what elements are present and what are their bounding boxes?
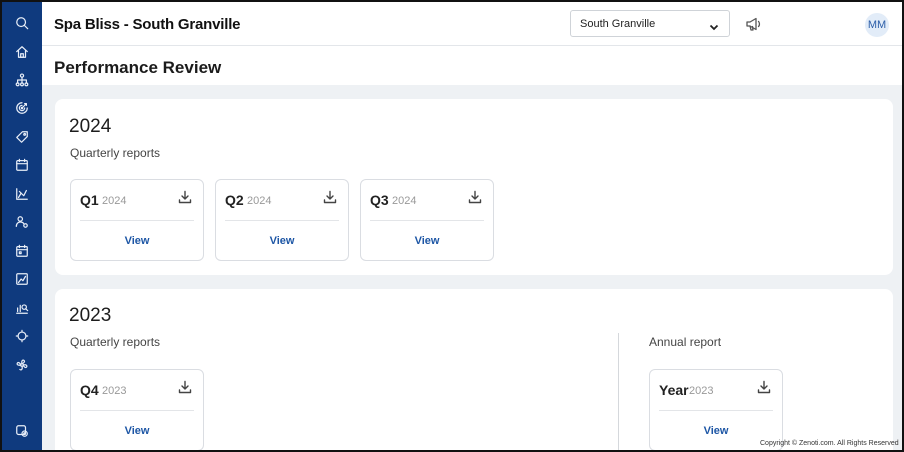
- quarter-label: Q2: [225, 192, 244, 208]
- section-divider: [618, 333, 619, 450]
- user-settings-icon[interactable]: [14, 214, 30, 230]
- report-card-q3: Q3 2024 View: [360, 179, 494, 261]
- year-heading: 2023: [69, 305, 112, 326]
- quarterly-reports-label: Quarterly reports: [70, 335, 161, 349]
- quarter-year: 2023: [102, 385, 127, 397]
- card-divider: [225, 220, 339, 221]
- main-content: 2024 Quarterly reports Q1 2024 View Q2 2…: [42, 85, 902, 450]
- report-card-q1: Q1 2024 View: [70, 179, 204, 261]
- page-title: Performance Review: [54, 58, 222, 77]
- download-icon[interactable]: [178, 190, 192, 204]
- quarter-year: 2024: [102, 195, 127, 207]
- settings-icon[interactable]: [14, 423, 30, 439]
- card-divider: [370, 220, 484, 221]
- center-select[interactable]: South Granville: [570, 10, 730, 37]
- quarter-label: Q1: [80, 192, 99, 208]
- year-section-2023: 2023 Quarterly reports Q4 2023 View Annu…: [55, 289, 893, 450]
- card-divider: [80, 410, 194, 411]
- chart-icon[interactable]: [14, 186, 30, 202]
- quarter-label: Q3: [370, 192, 389, 208]
- quarter-year: 2024: [392, 195, 417, 207]
- download-icon[interactable]: [178, 380, 192, 394]
- view-report-link[interactable]: View: [650, 425, 782, 437]
- schedule-icon[interactable]: [14, 243, 30, 259]
- download-icon[interactable]: [323, 190, 337, 204]
- annual-year: 2023: [689, 385, 714, 397]
- quarter-label: Q4: [80, 382, 99, 398]
- search-icon[interactable]: [14, 15, 30, 31]
- download-icon[interactable]: [757, 380, 771, 394]
- refresh-icon[interactable]: [14, 328, 30, 344]
- org-chart-icon[interactable]: [14, 72, 30, 88]
- year-section-2024: 2024 Quarterly reports Q1 2024 View Q2 2…: [55, 99, 893, 275]
- report-card-q2: Q2 2024 View: [215, 179, 349, 261]
- top-header: Spa Bliss - South Granville South Granvi…: [42, 2, 902, 46]
- quarter-year: 2024: [247, 195, 272, 207]
- card-divider: [659, 410, 773, 411]
- analytics-icon[interactable]: [14, 300, 30, 316]
- tag-icon[interactable]: [14, 129, 30, 145]
- app-frame: Spa Bliss - South Granville South Granvi…: [0, 0, 904, 452]
- app-title: Spa Bliss - South Granville: [54, 16, 241, 33]
- quarterly-reports-label: Quarterly reports: [70, 146, 161, 160]
- target-icon[interactable]: [14, 100, 30, 116]
- copyright-text: Copyright © Zenoti.com. All Rights Reser…: [760, 440, 899, 447]
- view-report-link[interactable]: View: [216, 235, 348, 247]
- view-report-link[interactable]: View: [71, 235, 203, 247]
- annual-report-label: Annual report: [649, 335, 722, 349]
- home-icon[interactable]: [14, 44, 30, 60]
- chevron-down-icon: [709, 19, 719, 31]
- center-select-value: South Granville: [580, 18, 656, 30]
- report-card-year: Year 2023 View: [649, 369, 783, 450]
- user-avatar[interactable]: MM: [865, 13, 889, 37]
- annual-label: Year: [659, 382, 689, 398]
- sidebar: [2, 2, 42, 450]
- year-heading: 2024: [69, 116, 112, 137]
- report-card-q4: Q4 2023 View: [70, 369, 204, 450]
- download-icon[interactable]: [468, 190, 482, 204]
- card-divider: [80, 220, 194, 221]
- page-title-bar: Performance Review: [42, 47, 902, 85]
- fan-icon[interactable]: [14, 357, 30, 373]
- view-report-link[interactable]: View: [71, 425, 203, 437]
- image-chart-icon[interactable]: [14, 271, 30, 287]
- view-report-link[interactable]: View: [361, 235, 493, 247]
- calendar-icon[interactable]: [14, 157, 30, 173]
- announcements-megaphone-icon[interactable]: [745, 16, 763, 32]
